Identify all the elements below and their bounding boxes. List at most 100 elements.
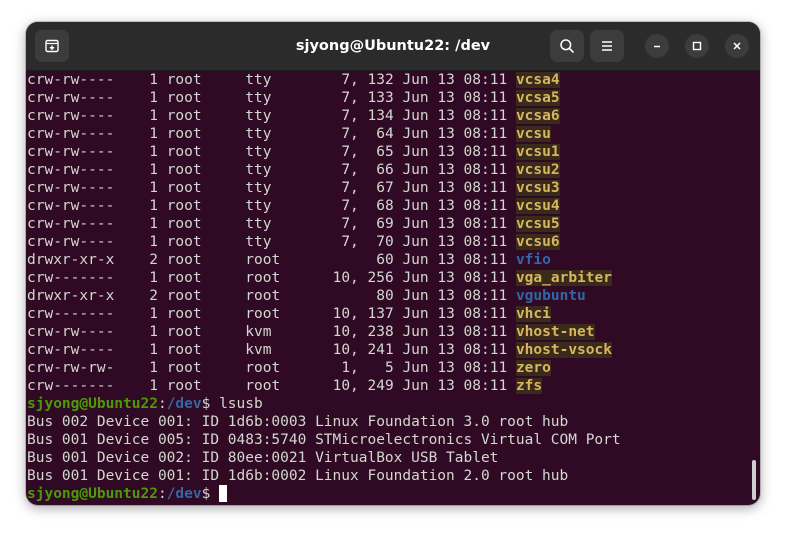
file-size: 60 bbox=[323, 252, 394, 268]
file-group: kvm bbox=[245, 342, 316, 358]
device-name: vcsu6 bbox=[515, 234, 560, 250]
header-bar: sjyong@Ubuntu22: /dev bbox=[26, 22, 760, 71]
file-owner: root bbox=[166, 90, 237, 106]
output-line: Bus 001 Device 002: ID 80ee:0021 Virtual… bbox=[27, 450, 499, 466]
file-owner: root bbox=[166, 360, 237, 376]
link-count: 1 bbox=[149, 306, 158, 322]
file-group: tty bbox=[245, 72, 316, 88]
file-permissions: crw-rw---- bbox=[27, 234, 115, 250]
file-owner: root bbox=[166, 324, 237, 340]
listing-row: crw-rw---- 1 root kvm 10, 238 Jun 13 08:… bbox=[26, 323, 748, 341]
device-name: vcsu2 bbox=[515, 162, 560, 178]
link-count: 1 bbox=[149, 270, 158, 286]
minimize-button[interactable] bbox=[645, 34, 669, 58]
device-name: vcsu bbox=[515, 126, 551, 142]
link-count: 1 bbox=[149, 72, 158, 88]
hamburger-menu-icon bbox=[602, 41, 612, 51]
file-date: Jun 13 08:11 bbox=[402, 216, 508, 232]
file-size: 10, 249 bbox=[323, 378, 394, 394]
file-size: 7, 134 bbox=[323, 108, 394, 124]
file-owner: root bbox=[166, 342, 237, 358]
close-button[interactable] bbox=[725, 34, 749, 58]
device-name: vcsu3 bbox=[515, 180, 560, 196]
terminal-scrollbar[interactable] bbox=[752, 460, 756, 500]
file-group: root bbox=[245, 360, 316, 376]
file-size: 10, 238 bbox=[323, 324, 394, 340]
file-group: tty bbox=[245, 180, 316, 196]
device-name: zfs bbox=[515, 378, 543, 394]
listing-row: crw-rw---- 1 root tty 7, 69 Jun 13 08:11… bbox=[26, 215, 748, 233]
listing-row: drwxr-xr-x 2 root root 80 Jun 13 08:11 v… bbox=[26, 287, 748, 305]
listing-row: crw-rw---- 1 root tty 7, 64 Jun 13 08:11… bbox=[26, 125, 748, 143]
listing-row: crw-rw---- 1 root tty 7, 70 Jun 13 08:11… bbox=[26, 233, 748, 251]
file-owner: root bbox=[166, 144, 237, 160]
device-name: vcsu1 bbox=[515, 144, 560, 160]
file-date: Jun 13 08:11 bbox=[402, 360, 508, 376]
file-group: tty bbox=[245, 126, 316, 142]
output-line: Bus 001 Device 001: ID 1d6b:0002 Linux F… bbox=[27, 468, 569, 484]
search-button[interactable] bbox=[550, 30, 584, 62]
device-name: vcsa4 bbox=[515, 72, 560, 88]
file-date: Jun 13 08:11 bbox=[402, 198, 508, 214]
device-name: vcsu4 bbox=[515, 198, 560, 214]
maximize-button[interactable] bbox=[685, 34, 709, 58]
link-count: 1 bbox=[149, 324, 158, 340]
file-owner: root bbox=[166, 162, 237, 178]
link-count: 1 bbox=[149, 126, 158, 142]
file-owner: root bbox=[166, 180, 237, 196]
file-permissions: drwxr-xr-x bbox=[27, 288, 115, 304]
search-icon bbox=[560, 39, 574, 53]
listing-row: crw-rw---- 1 root tty 7, 133 Jun 13 08:1… bbox=[26, 89, 748, 107]
file-size: 7, 66 bbox=[323, 162, 394, 178]
prompt-separator: : bbox=[157, 486, 167, 502]
directory-name: vfio bbox=[515, 252, 551, 268]
file-group: kvm bbox=[245, 324, 316, 340]
prompt-path: /dev bbox=[166, 486, 202, 502]
listing-row: crw-rw---- 1 root tty 7, 66 Jun 13 08:11… bbox=[26, 161, 748, 179]
prompt-symbol: $ bbox=[201, 486, 211, 502]
file-group: root bbox=[245, 306, 316, 322]
minimize-icon bbox=[654, 45, 660, 48]
prompt-separator: : bbox=[157, 396, 167, 412]
device-name: vhost-vsock bbox=[515, 342, 612, 358]
menu-button[interactable] bbox=[590, 30, 624, 62]
listing-row: crw-rw---- 1 root tty 7, 134 Jun 13 08:1… bbox=[26, 107, 748, 125]
file-owner: root bbox=[166, 288, 237, 304]
link-count: 1 bbox=[149, 234, 158, 250]
file-date: Jun 13 08:11 bbox=[402, 342, 508, 358]
file-date: Jun 13 08:11 bbox=[402, 90, 508, 106]
prompt-line: sjyong@Ubuntu22:/dev$ bbox=[26, 485, 748, 503]
device-name: vhci bbox=[515, 306, 551, 322]
link-count: 1 bbox=[149, 108, 158, 124]
file-date: Jun 13 08:11 bbox=[402, 252, 508, 268]
file-date: Jun 13 08:11 bbox=[402, 126, 508, 142]
file-owner: root bbox=[166, 270, 237, 286]
file-permissions: crw-rw---- bbox=[27, 108, 115, 124]
terminal-output[interactable]: crw-rw---- 1 root tty 7, 132 Jun 13 08:1… bbox=[26, 71, 748, 505]
file-size: 7, 69 bbox=[323, 216, 394, 232]
file-group: tty bbox=[245, 198, 316, 214]
file-permissions: crw-rw-rw- bbox=[27, 360, 115, 376]
file-date: Jun 13 08:11 bbox=[402, 288, 508, 304]
file-size: 7, 132 bbox=[323, 72, 394, 88]
file-size: 10, 241 bbox=[323, 342, 394, 358]
file-owner: root bbox=[166, 72, 237, 88]
listing-row: crw------- 1 root root 10, 137 Jun 13 08… bbox=[26, 305, 748, 323]
file-group: root bbox=[245, 252, 316, 268]
file-permissions: crw------- bbox=[27, 378, 115, 394]
file-date: Jun 13 08:11 bbox=[402, 234, 508, 250]
device-name: zero bbox=[515, 360, 551, 376]
link-count: 2 bbox=[149, 252, 158, 268]
link-count: 1 bbox=[149, 216, 158, 232]
listing-row: crw-rw-rw- 1 root root 1, 5 Jun 13 08:11… bbox=[26, 359, 748, 377]
listing-row: crw-rw---- 1 root tty 7, 68 Jun 13 08:11… bbox=[26, 197, 748, 215]
new-tab-button[interactable] bbox=[35, 30, 69, 62]
link-count: 1 bbox=[149, 90, 158, 106]
device-name: vga_arbiter bbox=[515, 270, 612, 286]
link-count: 1 bbox=[149, 144, 158, 160]
file-owner: root bbox=[166, 234, 237, 250]
device-name: vcsa6 bbox=[515, 108, 560, 124]
file-owner: root bbox=[166, 216, 237, 232]
new-tab-icon bbox=[45, 39, 59, 53]
file-group: tty bbox=[245, 234, 316, 250]
